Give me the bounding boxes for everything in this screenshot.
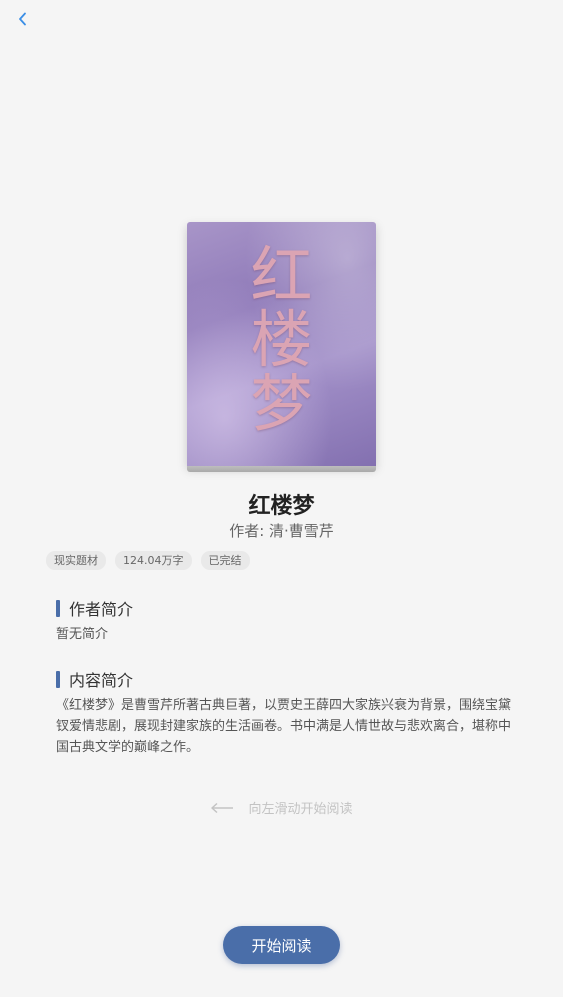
content-section-text: 《红楼梦》是曹雪芹所著古典巨著，以贾史王薛四大家族兴衰为背景，围绕宝黛钗爱情悲剧…: [56, 698, 512, 755]
section-marker: [56, 670, 60, 688]
back-button[interactable]: [12, 8, 34, 30]
author-section-title: 作者简介: [69, 600, 134, 619]
cover-title-char: 红: [250, 239, 313, 312]
book-cover-base: [187, 466, 376, 472]
book-author: 作者: 清·曹雪芹: [229, 522, 334, 540]
section-marker: [56, 599, 60, 617]
book-title: 红楼梦: [248, 494, 315, 519]
chevron-left-icon: [19, 12, 26, 26]
book-cover: 红 楼 梦: [187, 222, 376, 472]
cover-title-char: 楼: [250, 303, 313, 376]
book-cover-image: 红 楼 梦: [187, 222, 376, 466]
author-section-text: 暂无简介: [56, 627, 109, 642]
cover-title-char: 梦: [250, 367, 313, 440]
start-reading-button[interactable]: 开始阅读: [223, 926, 340, 964]
author-section-heading: 作者简介: [56, 596, 133, 620]
arrow-left-icon: [211, 802, 234, 813]
cover-title: 红 楼 梦: [187, 244, 376, 436]
tag-list: 现实题材 124.04万字 已完结: [46, 551, 250, 570]
swipe-hint: 向左滑动开始阅读: [0, 798, 563, 817]
content-section-title: 内容简介: [69, 671, 134, 690]
tag-status: 已完结: [200, 551, 250, 570]
swipe-hint-text: 向左滑动开始阅读: [248, 802, 353, 817]
tag-genre: 现实题材: [46, 551, 106, 570]
content-section-heading: 内容简介: [56, 667, 133, 691]
tag-word-count: 124.04万字: [115, 551, 192, 570]
